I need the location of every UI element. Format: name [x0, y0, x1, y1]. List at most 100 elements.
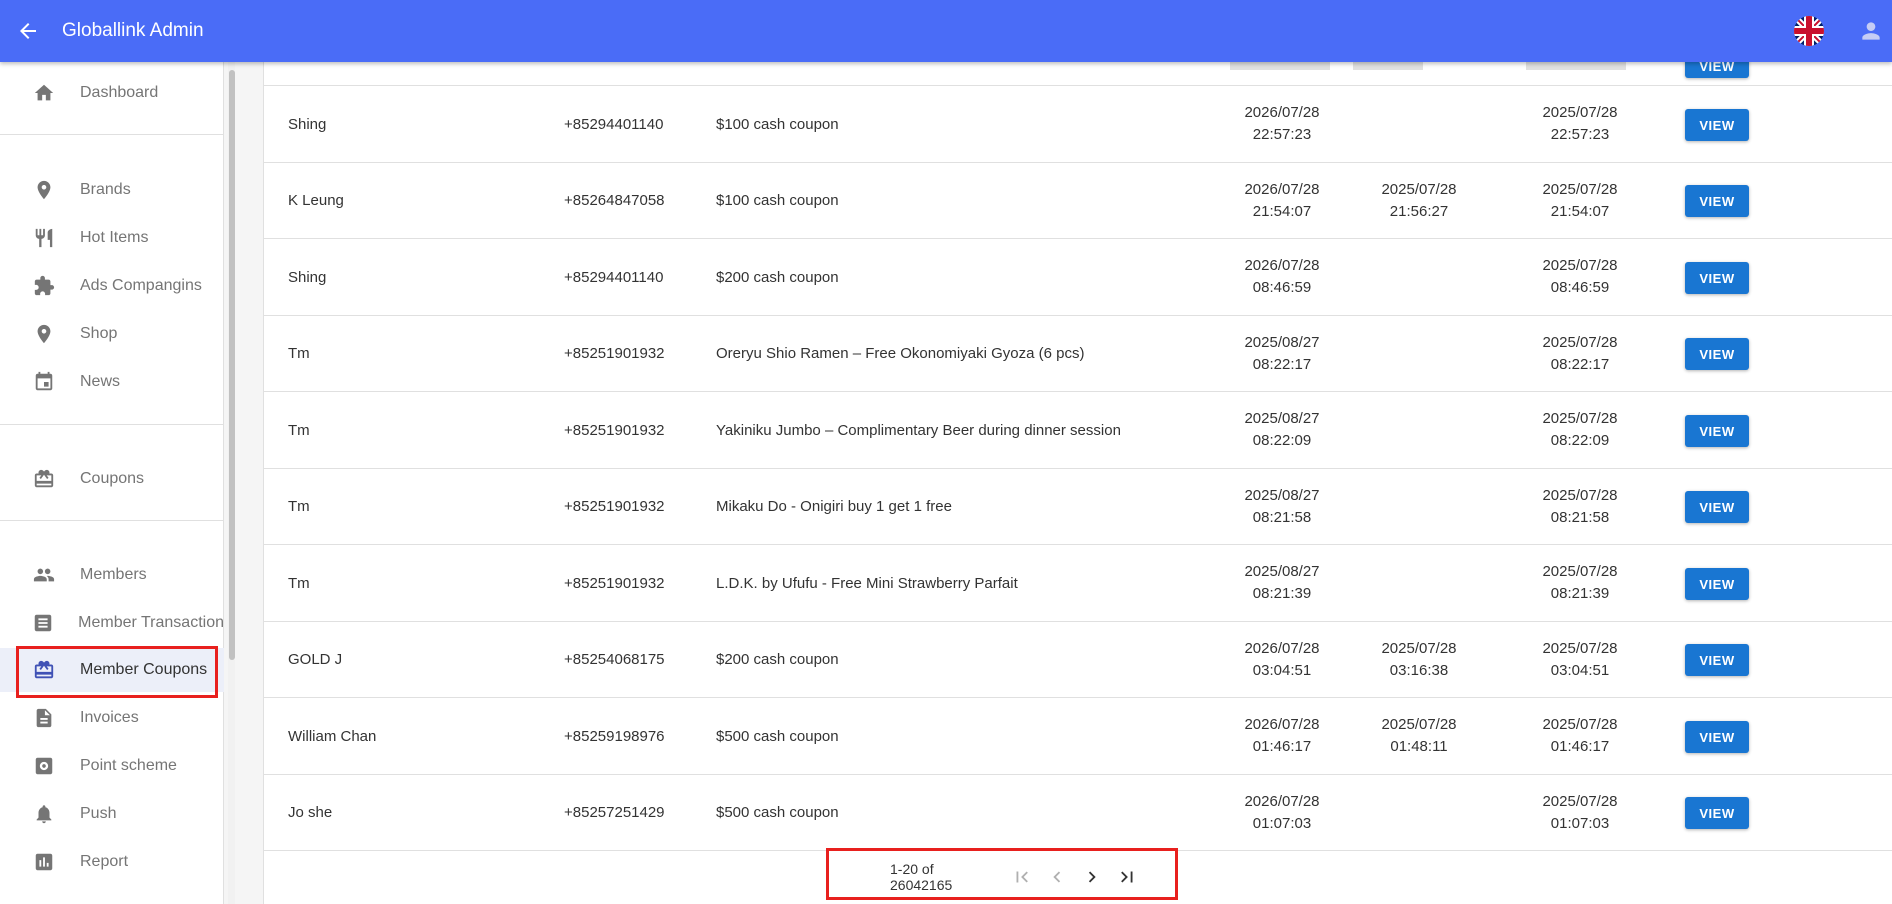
created-date-cell: 2025/07/28 08:21:39: [1520, 545, 1640, 621]
sidebar-divider: [0, 134, 224, 135]
used-date-cell: [1359, 392, 1479, 468]
sidebar-item-label: Ads Compangins: [80, 277, 202, 294]
view-button[interactable]: VIEW: [1685, 721, 1749, 753]
date-text: 2025/07/28: [1542, 486, 1618, 504]
time-text: 08:21:58: [1550, 508, 1610, 526]
chevron-left-icon: [1053, 871, 1061, 883]
sidebar-item-invoices[interactable]: Invoices: [0, 696, 224, 740]
document-icon: [32, 706, 56, 730]
view-button[interactable]: VIEW: [1685, 262, 1749, 294]
sidebar-item-label: Member Transaction: [78, 614, 224, 631]
created-date-cell: 2025/07/28 08:22:17: [1520, 316, 1640, 391]
coupon-name-cell: $100 cash coupon: [716, 192, 839, 209]
sidebar-item-member-coupons[interactable]: Member Coupons: [0, 648, 224, 692]
time-text: 08:22:17: [1252, 355, 1312, 373]
phone-cell: +85251901932: [564, 345, 665, 362]
sidebar-divider: [0, 520, 224, 521]
used-date-cell: [1359, 545, 1479, 621]
sidebar-item-label: Brands: [80, 181, 131, 198]
scrollbar-thumb[interactable]: [229, 70, 235, 660]
sidebar-item-dashboard[interactable]: Dashboard: [0, 71, 224, 115]
created-date-cell: 2025/07/28 21:54:07: [1520, 163, 1640, 238]
date-text: 2025/07/28: [1381, 639, 1457, 657]
pagination: 1-20 of 26042165: [864, 850, 1144, 904]
date-text: 2025/07/28: [1542, 180, 1618, 198]
user-menu-button[interactable]: [1854, 14, 1888, 48]
time-text: 03:16:38: [1389, 661, 1449, 679]
coupon-name-cell: $200 cash coupon: [716, 651, 839, 668]
last-page-icon: [1120, 871, 1133, 883]
sidebar-item-label: Report: [80, 853, 129, 870]
date-text: 2025/07/28: [1542, 716, 1618, 733]
member-name-cell: Shing: [288, 115, 327, 133]
member-name-cell: GOLD J: [288, 651, 343, 668]
back-button[interactable]: [0, 0, 56, 62]
sidebar-item-members[interactable]: Members: [0, 553, 224, 597]
sidebar-item-shop[interactable]: Shop: [0, 312, 224, 356]
used-date-cell: [1359, 775, 1479, 850]
coupon-name-cell: Oreryu Shio Ramen – Free Okonomiyaki Gyo…: [716, 345, 1085, 362]
created-date-cell: 2025/07/28 01:46:17: [1520, 698, 1640, 774]
sidebar-item-member-transaction[interactable]: Member Transaction: [0, 601, 224, 645]
sidebar-item-brands[interactable]: Brands: [0, 168, 224, 212]
first-page-button[interactable]: [1005, 857, 1040, 897]
expiry-date-cell: 2025/08/27 08:21:39: [1222, 545, 1342, 621]
coupon-name-cell: $500 cash coupon: [716, 804, 839, 821]
view-button[interactable]: VIEW: [1685, 797, 1749, 829]
table-row: Jo she +85257251429 $500 cash coupon 2026/0…: [264, 775, 1892, 851]
date-text: 2025/07/28: [1542, 257, 1618, 274]
bell-icon: [32, 802, 56, 826]
prev-page-button[interactable]: [1040, 857, 1075, 897]
phone-cell: +85251901932: [564, 421, 665, 439]
view-button[interactable]: VIEW: [1685, 109, 1749, 141]
member-name-cell: Shing: [288, 268, 327, 286]
time-text: 08:46:59: [1252, 279, 1312, 296]
created-date-cell: 2025/07/28 08:22:09: [1520, 392, 1640, 468]
location-pin-icon: [32, 322, 56, 346]
view-button[interactable]: VIEW: [1685, 491, 1749, 523]
sidebar-item-push[interactable]: Push: [0, 792, 224, 836]
expiry-date-cell: 2026/07/28 01:07:03: [1222, 775, 1342, 850]
user-icon: [1862, 22, 1880, 40]
used-date-cell: [1359, 239, 1479, 315]
view-button[interactable]: VIEW: [1685, 568, 1749, 600]
view-button[interactable]: VIEW: [1685, 338, 1749, 370]
sidebar-item-report[interactable]: Report: [0, 840, 224, 884]
date-text: 2025/07/28: [1381, 716, 1457, 733]
arrow-left-icon: [20, 23, 36, 39]
phone-cell: +85254068175: [564, 651, 665, 668]
sidebar-item-news[interactable]: News: [0, 360, 224, 404]
view-button[interactable]: VIEW: [1685, 644, 1749, 676]
time-text: 08:46:59: [1550, 279, 1610, 296]
settings-box-icon: [32, 754, 56, 778]
last-page-button[interactable]: [1109, 857, 1144, 897]
date-text: 2025/08/27: [1244, 486, 1320, 504]
date-text: 2025/07/28: [1381, 180, 1457, 198]
sidebar-item-label: Hot Items: [80, 229, 149, 246]
uk-flag-icon[interactable]: [1794, 16, 1824, 46]
created-date-cell: 2025/07/28 01:07:03: [1520, 775, 1640, 850]
gift-card-icon: [32, 467, 56, 491]
date-text: 2025/07/28: [1542, 333, 1618, 351]
sidebar-scrollbar[interactable]: [228, 62, 235, 904]
view-button[interactable]: VIEW: [1685, 415, 1749, 447]
date-text: 2025/07/28: [1542, 563, 1618, 580]
time-text: 03:04:51: [1550, 661, 1610, 679]
sidebar-item-coupons[interactable]: Coupons: [0, 457, 224, 501]
expiry-date-cell: 2026/07/28 01:46:17: [1222, 698, 1342, 774]
used-date-cell: [1359, 469, 1479, 544]
sidebar-item-ads-campaigns[interactable]: Ads Compangins: [0, 264, 224, 308]
sidebar-item-point-scheme[interactable]: Point scheme: [0, 744, 224, 788]
view-button[interactable]: VIEW: [1685, 185, 1749, 217]
next-page-button[interactable]: [1074, 857, 1109, 897]
expiry-date-cell: 2026/07/28 03:04:51: [1222, 622, 1342, 697]
table-row: Tm +85251901932 L.D.K. by Ufufu - Free Min…: [264, 545, 1892, 622]
member-name-cell: Tm: [288, 574, 310, 592]
member-name-cell: William Chan: [288, 727, 377, 745]
time-text: 22:57:23: [1550, 126, 1610, 143]
time-text: 22:57:23: [1252, 126, 1312, 143]
sidebar-item-hot-items[interactable]: Hot Items: [0, 216, 224, 260]
created-date-cell: 2025/07/28 22:57:23: [1520, 86, 1640, 162]
sidebar-item-label: News: [80, 373, 121, 390]
expiry-date-cell: 2025/08/27 08:22:17: [1222, 316, 1342, 391]
